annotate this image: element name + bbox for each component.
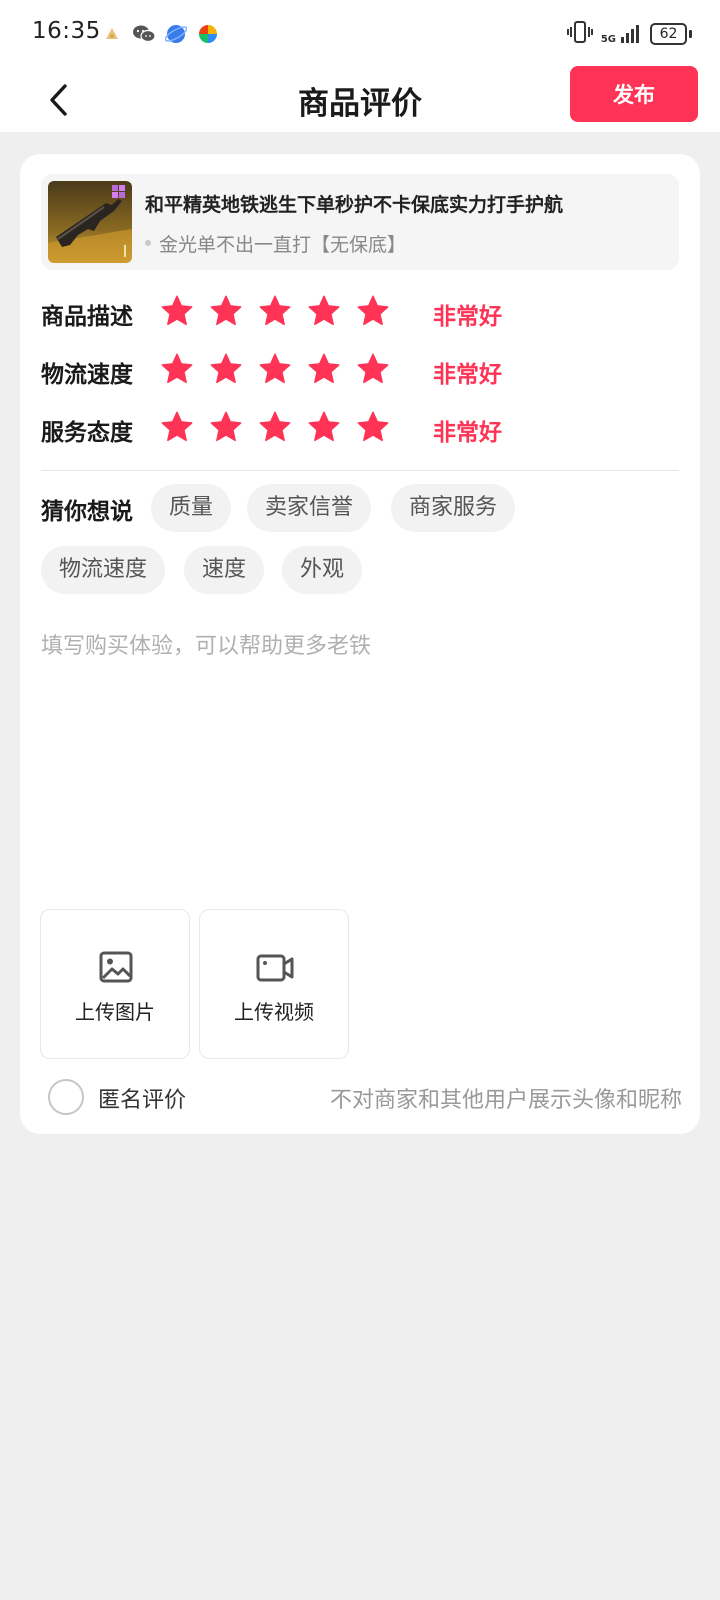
star-icon[interactable] <box>355 409 391 445</box>
vibrate-icon <box>566 20 593 48</box>
publish-button[interactable]: 发布 <box>570 66 698 122</box>
star-icon[interactable] <box>159 409 195 445</box>
browser-icon <box>164 22 188 46</box>
star-rating <box>159 293 391 329</box>
upload-video-label: 上传视频 <box>234 1000 314 1024</box>
bullet-dot <box>145 239 151 246</box>
status-time: 16:35 <box>32 18 101 44</box>
star-rating <box>159 409 391 445</box>
rating-row-description: 商品描述 非常好 <box>41 291 661 335</box>
comment-input[interactable]: 填写购买体验，可以帮助更多老铁 <box>41 628 371 660</box>
star-icon[interactable] <box>355 293 391 329</box>
suggestion-tag[interactable]: 物流速度 <box>41 546 166 594</box>
star-icon[interactable] <box>159 351 195 387</box>
signal-icon: 5G <box>601 23 642 45</box>
notification-icon <box>100 22 124 46</box>
product-spec-text: 金光单不出一直打【无保底】 <box>159 234 407 256</box>
star-icon[interactable] <box>306 293 342 329</box>
review-card: 和平精英地铁逃生下单秒护不卡保底实力打手护航 金光单不出一直打【无保底】 商品描… <box>20 154 700 1134</box>
status-app-icons <box>100 22 220 46</box>
upload-image-label: 上传图片 <box>75 1000 155 1024</box>
rating-row-service: 服务态度 非常好 <box>41 407 661 451</box>
rating-label: 服务态度 <box>41 420 133 446</box>
suggestion-tag[interactable]: 商家服务 <box>391 484 516 532</box>
star-icon[interactable] <box>208 293 244 329</box>
star-icon[interactable] <box>208 351 244 387</box>
suggestion-tag[interactable]: 质量 <box>151 484 232 532</box>
status-indicators: 5G 62 <box>566 20 692 48</box>
nav-bar: 商品评价 发布 <box>0 66 720 132</box>
product-summary: 和平精英地铁逃生下单秒护不卡保底实力打手护航 金光单不出一直打【无保底】 <box>41 174 679 270</box>
battery-level: 62 <box>659 26 678 42</box>
anonymous-label[interactable]: 匿名评价 <box>98 1082 186 1114</box>
star-icon[interactable] <box>355 351 391 387</box>
anonymous-radio[interactable] <box>48 1079 84 1115</box>
star-icon[interactable] <box>257 351 293 387</box>
network-type: 5G <box>600 34 616 45</box>
star-icon[interactable] <box>208 409 244 445</box>
rating-label: 商品描述 <box>41 304 133 330</box>
star-icon[interactable] <box>306 351 342 387</box>
upload-image-button[interactable]: 上传图片 <box>40 909 190 1059</box>
star-icon[interactable] <box>306 409 342 445</box>
product-thumbnail <box>48 181 132 263</box>
status-bar: 16:35 5G 62 <box>0 0 720 68</box>
rating-label: 物流速度 <box>41 362 133 388</box>
suggestion-tag[interactable]: 卖家信誉 <box>247 484 372 532</box>
suggestion-tag[interactable]: 速度 <box>184 546 265 594</box>
wechat-icon <box>132 22 156 46</box>
star-icon[interactable] <box>257 409 293 445</box>
star-icon[interactable] <box>257 293 293 329</box>
product-title: 和平精英地铁逃生下单秒护不卡保底实力打手护航 <box>145 194 564 216</box>
suggestion-label: 猜你想说 <box>41 499 133 525</box>
star-icon[interactable] <box>159 293 195 329</box>
image-icon <box>99 951 133 983</box>
anonymous-hint: 不对商家和其他用户展示头像和昵称 <box>329 1088 682 1113</box>
upload-video-button[interactable]: 上传视频 <box>199 909 349 1059</box>
product-spec: 金光单不出一直打【无保底】 <box>145 230 406 257</box>
battery-icon: 62 <box>650 23 692 45</box>
star-rating <box>159 351 391 387</box>
divider <box>41 470 679 471</box>
rating-text: 非常好 <box>433 304 502 330</box>
rating-row-logistics: 物流速度 非常好 <box>41 349 661 393</box>
rating-text: 非常好 <box>433 362 502 388</box>
pinwheel-icon <box>196 22 220 46</box>
video-camera-icon <box>256 954 294 982</box>
suggestion-tag[interactable]: 外观 <box>282 546 363 594</box>
rating-text: 非常好 <box>433 420 502 446</box>
